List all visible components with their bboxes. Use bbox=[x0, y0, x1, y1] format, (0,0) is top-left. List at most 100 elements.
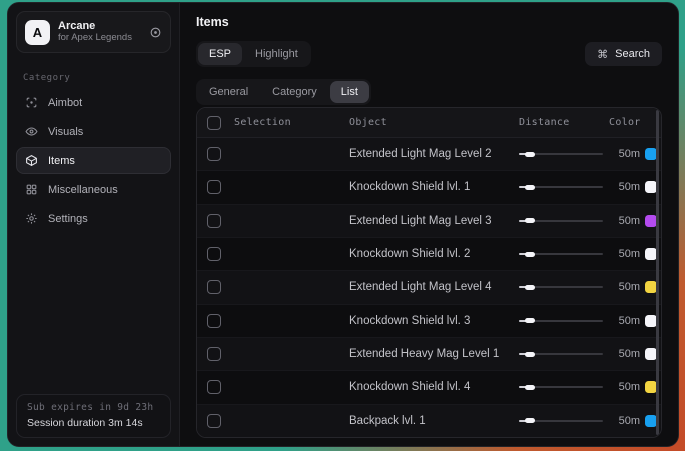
main-panel: Items ESPHighlight ⌘ Search GeneralCateg… bbox=[180, 3, 678, 446]
row-checkbox[interactable] bbox=[207, 247, 221, 261]
search-button[interactable]: ⌘ Search bbox=[585, 42, 662, 66]
color-swatch[interactable] bbox=[645, 215, 657, 227]
object-name: Knockdown Shield lvl. 2 bbox=[349, 248, 519, 260]
color-swatch[interactable] bbox=[645, 281, 657, 293]
sidebar-item-aimbot[interactable]: Aimbot bbox=[16, 89, 171, 116]
target-badge-icon[interactable] bbox=[149, 26, 162, 39]
object-name: Knockdown Shield lvl. 3 bbox=[349, 315, 519, 327]
tab-esp[interactable]: ESP bbox=[198, 43, 242, 65]
subscription-card: Sub expires in 9d 23h Session duration 3… bbox=[16, 394, 171, 438]
sidebar-item-visuals[interactable]: Visuals bbox=[16, 118, 171, 145]
view-tab-group: GeneralCategoryList bbox=[196, 79, 371, 105]
session-duration-text: Session duration 3m 14s bbox=[27, 417, 160, 429]
tab-highlight[interactable]: Highlight bbox=[244, 43, 309, 65]
table-row: Extended Light Mag Level 4 50m bbox=[197, 271, 661, 304]
brand-card: A Arcane for Apex Legends bbox=[16, 11, 171, 53]
distance-value: 50m bbox=[607, 148, 640, 160]
object-name: Knockdown Shield lvl. 1 bbox=[349, 181, 519, 193]
table-row: Knockdown Shield lvl. 3 50m bbox=[197, 305, 661, 338]
slider-thumb[interactable] bbox=[525, 285, 535, 290]
sidebar-item-miscellaneous[interactable]: Miscellaneous bbox=[16, 176, 171, 203]
row-checkbox[interactable] bbox=[207, 314, 221, 328]
app-name: Arcane bbox=[58, 20, 141, 33]
row-checkbox[interactable] bbox=[207, 214, 221, 228]
table-scrollbar[interactable] bbox=[656, 110, 659, 435]
distance-slider[interactable] bbox=[519, 282, 603, 292]
slider-thumb[interactable] bbox=[525, 318, 535, 323]
mode-tab-group: ESPHighlight bbox=[196, 41, 311, 67]
brand-text: Arcane for Apex Legends bbox=[58, 20, 141, 44]
color-swatch[interactable] bbox=[645, 248, 657, 260]
sidebar-item-items[interactable]: Items bbox=[16, 147, 171, 174]
row-checkbox[interactable] bbox=[207, 180, 221, 194]
distance-value: 50m bbox=[607, 181, 640, 193]
select-all-checkbox[interactable] bbox=[207, 116, 221, 130]
app-window: A Arcane for Apex Legends Category Aimbo… bbox=[7, 2, 679, 447]
distance-slider[interactable] bbox=[519, 382, 603, 392]
object-name: Backpack lvl. 1 bbox=[349, 415, 519, 427]
distance-value: 50m bbox=[607, 281, 640, 293]
tab-category[interactable]: Category bbox=[261, 81, 328, 103]
color-swatch[interactable] bbox=[645, 315, 657, 327]
slider-thumb[interactable] bbox=[525, 252, 535, 257]
object-name: Extended Heavy Mag Level 1 bbox=[349, 348, 519, 360]
items-icon bbox=[25, 154, 39, 168]
slider-thumb[interactable] bbox=[525, 185, 535, 190]
object-name: Extended Light Mag Level 4 bbox=[349, 281, 519, 293]
color-swatch[interactable] bbox=[645, 181, 657, 193]
table-row: Extended Light Mag Level 3 50m bbox=[197, 205, 661, 238]
aimbot-icon bbox=[25, 96, 39, 110]
table-row: Knockdown Shield lvl. 4 50m bbox=[197, 371, 661, 404]
slider-thumb[interactable] bbox=[525, 152, 535, 157]
column-header-object: Object bbox=[349, 117, 519, 128]
distance-slider[interactable] bbox=[519, 182, 603, 192]
column-header-selection: Selection bbox=[234, 117, 291, 128]
sidebar-item-settings[interactable]: Settings bbox=[16, 205, 171, 232]
distance-value: 50m bbox=[607, 315, 640, 327]
distance-slider[interactable] bbox=[519, 416, 603, 426]
slider-thumb[interactable] bbox=[525, 385, 535, 390]
distance-value: 50m bbox=[607, 215, 640, 227]
object-name: Extended Light Mag Level 2 bbox=[349, 148, 519, 160]
distance-slider[interactable] bbox=[519, 249, 603, 259]
row-checkbox[interactable] bbox=[207, 280, 221, 294]
column-header-color: Color bbox=[607, 117, 661, 128]
row-checkbox[interactable] bbox=[207, 347, 221, 361]
distance-slider[interactable] bbox=[519, 349, 603, 359]
table-row: Backpack lvl. 1 50m bbox=[197, 405, 661, 437]
distance-value: 50m bbox=[607, 381, 640, 393]
tab-general[interactable]: General bbox=[198, 81, 259, 103]
distance-value: 50m bbox=[607, 415, 640, 427]
table-row: Extended Heavy Mag Level 1 50m bbox=[197, 338, 661, 371]
slider-thumb[interactable] bbox=[525, 218, 535, 223]
table-row: Knockdown Shield lvl. 2 50m bbox=[197, 238, 661, 271]
distance-slider[interactable] bbox=[519, 216, 603, 226]
color-swatch[interactable] bbox=[645, 148, 657, 160]
items-table: Selection Object Distance Color Extended… bbox=[196, 107, 662, 438]
color-swatch[interactable] bbox=[645, 415, 657, 427]
slider-thumb[interactable] bbox=[525, 418, 535, 423]
row-checkbox[interactable] bbox=[207, 147, 221, 161]
column-header-distance: Distance bbox=[519, 117, 607, 128]
table-row: Knockdown Shield lvl. 1 50m bbox=[197, 171, 661, 204]
command-icon: ⌘ bbox=[597, 48, 608, 61]
table-row: Extended Light Mag Level 2 50m bbox=[197, 138, 661, 171]
slider-thumb[interactable] bbox=[525, 352, 535, 357]
app-subtitle: for Apex Legends bbox=[58, 33, 141, 44]
sidebar-item-label: Visuals bbox=[48, 126, 83, 138]
sidebar-item-label: Settings bbox=[48, 213, 88, 225]
distance-value: 50m bbox=[607, 348, 640, 360]
distance-slider[interactable] bbox=[519, 316, 603, 326]
row-checkbox[interactable] bbox=[207, 380, 221, 394]
miscellaneous-icon bbox=[25, 183, 39, 197]
row-checkbox[interactable] bbox=[207, 414, 221, 428]
table-header: Selection Object Distance Color bbox=[197, 108, 661, 138]
color-swatch[interactable] bbox=[645, 348, 657, 360]
search-button-label: Search bbox=[615, 48, 650, 60]
distance-slider[interactable] bbox=[519, 149, 603, 159]
tab-list[interactable]: List bbox=[330, 81, 369, 103]
sidebar-nav: Aimbot Visuals ItemsMiscellaneous Settings bbox=[8, 89, 179, 232]
object-name: Knockdown Shield lvl. 4 bbox=[349, 381, 519, 393]
distance-value: 50m bbox=[607, 248, 640, 260]
color-swatch[interactable] bbox=[645, 381, 657, 393]
